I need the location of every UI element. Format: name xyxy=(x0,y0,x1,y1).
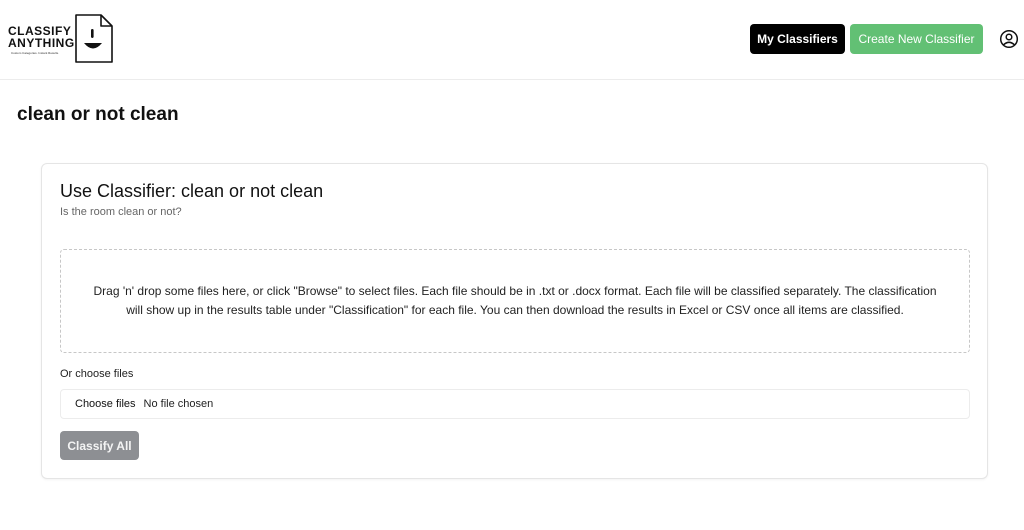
create-classifier-button[interactable]: Create New Classifier xyxy=(850,24,983,54)
user-circle-icon[interactable] xyxy=(999,29,1019,49)
app-logo[interactable]: CLASSIFY ANYTHING Custom Categories. Ins… xyxy=(8,14,114,64)
card-title: Use Classifier: clean or not clean xyxy=(60,181,324,201)
logo-text-line2: ANYTHING xyxy=(8,36,75,50)
card-subtitle: Is the room clean or not? xyxy=(60,206,182,218)
file-status-text: No file chosen xyxy=(143,398,214,410)
choose-files-button[interactable]: Choose files xyxy=(75,398,136,410)
dropzone-instructions: Drag 'n' drop some files here, or click … xyxy=(93,284,937,317)
my-classifiers-button[interactable]: My Classifiers xyxy=(750,24,845,54)
use-classifier-card: Use Classifier: clean or not clean Is th… xyxy=(41,163,988,479)
smiling-document-icon xyxy=(75,14,113,63)
classify-all-button[interactable]: Classify All xyxy=(60,431,139,460)
top-navbar: CLASSIFY ANYTHING Custom Categories. Ins… xyxy=(0,0,1024,80)
file-input[interactable]: Choose files No file chosen xyxy=(60,389,970,419)
logo-tagline: Custom Categories. Instant Results. xyxy=(11,51,60,55)
page-title: clean or not clean xyxy=(17,104,179,125)
file-dropzone[interactable]: Drag 'n' drop some files here, or click … xyxy=(60,249,970,353)
choose-files-label: Or choose files xyxy=(60,368,134,380)
